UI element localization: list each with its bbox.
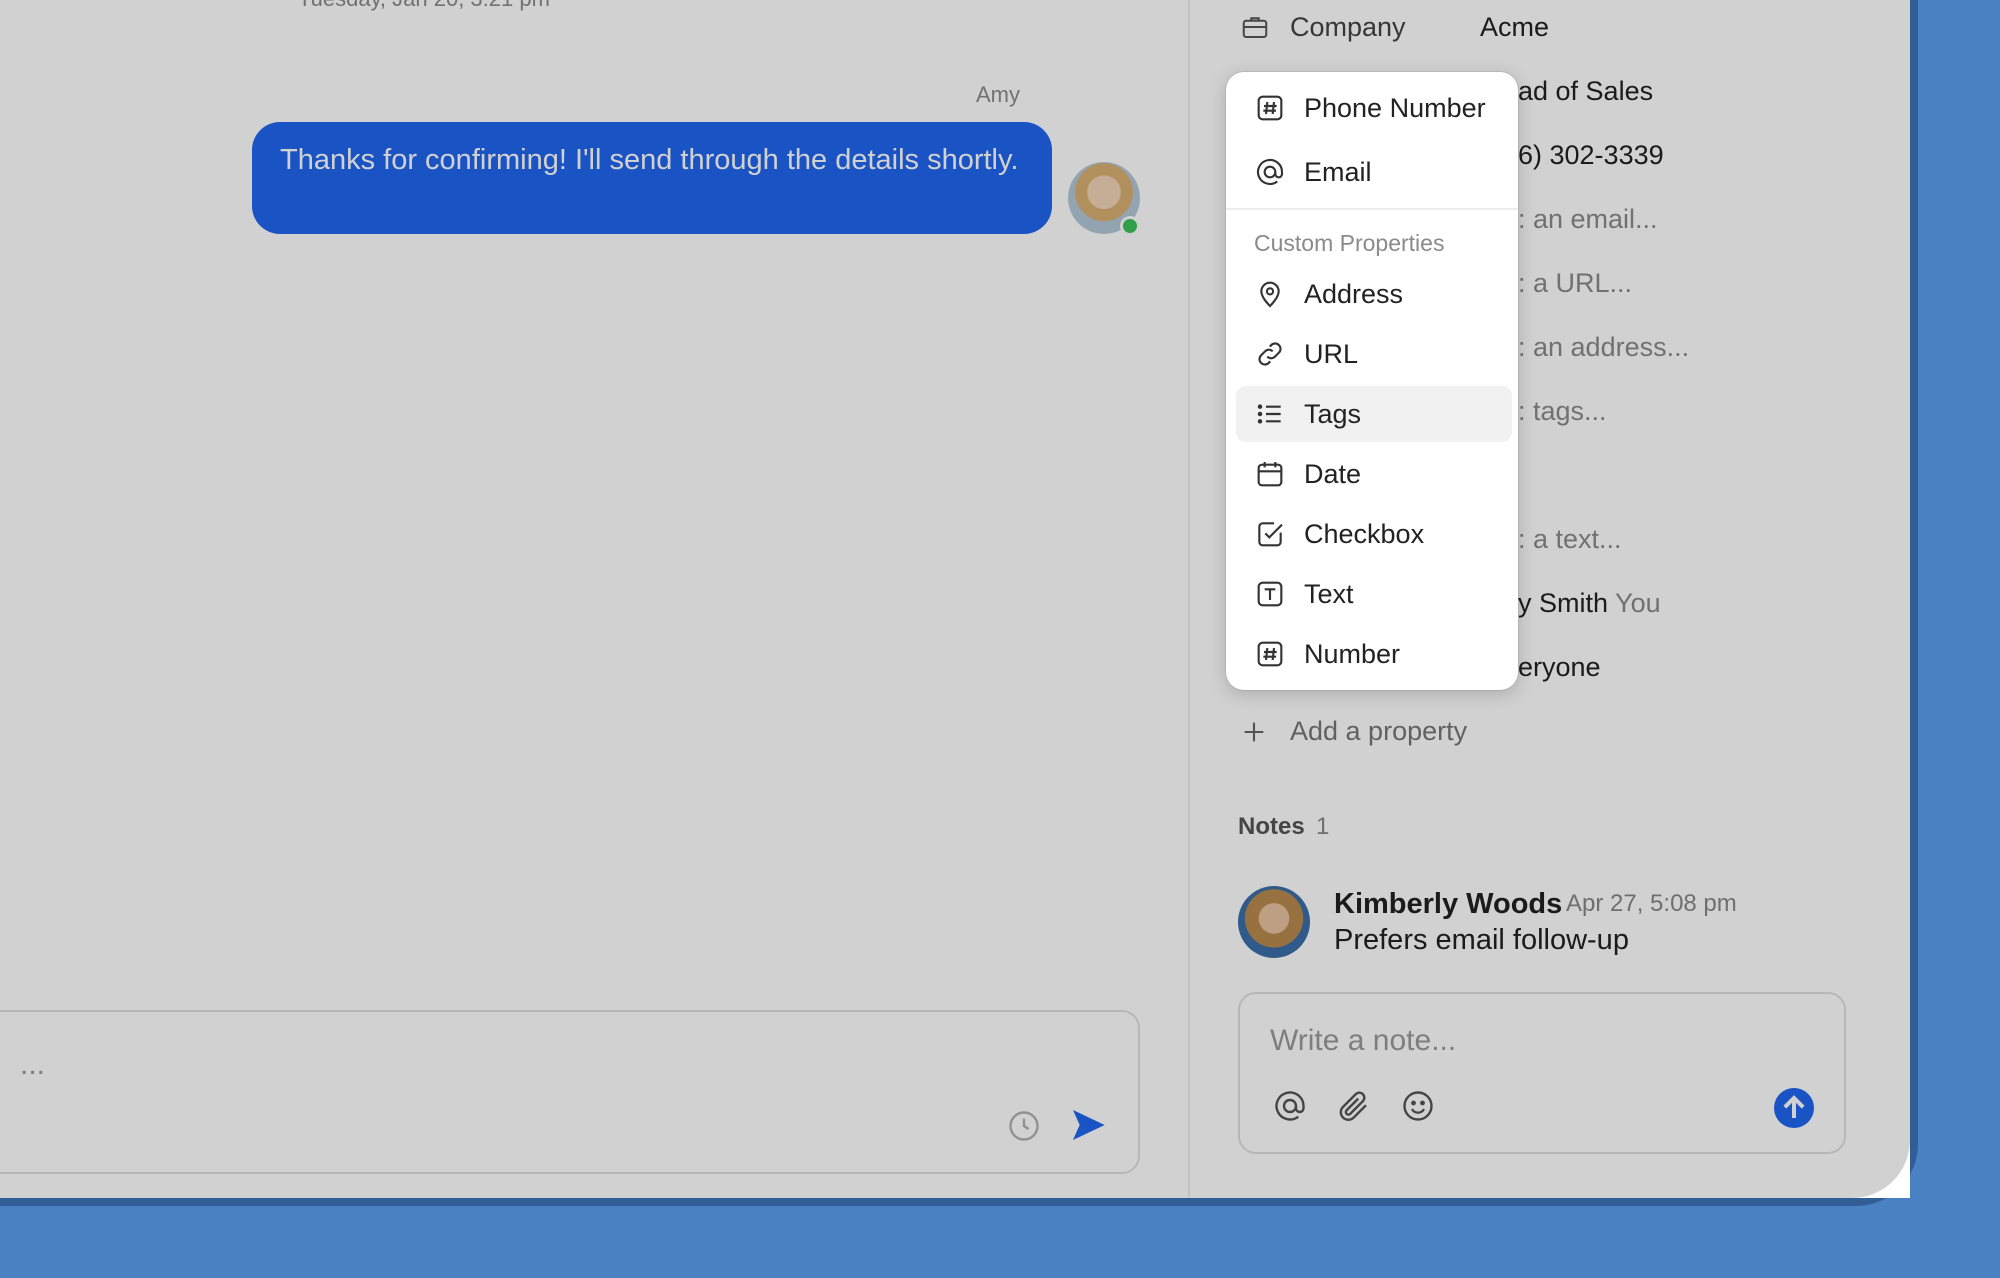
menu-item-label: Date bbox=[1304, 458, 1362, 489]
checkbox-icon bbox=[1258, 522, 1283, 547]
menu-item-tags[interactable]: Tags bbox=[1236, 386, 1512, 442]
map-pin-icon bbox=[1260, 281, 1280, 308]
calendar-icon bbox=[1257, 462, 1283, 487]
menu-item-label: Tags bbox=[1304, 398, 1362, 429]
menu-item-label: Number bbox=[1304, 638, 1401, 669]
link-icon bbox=[1258, 342, 1282, 366]
menu-item-label: URL bbox=[1304, 338, 1359, 369]
menu-item-label: Checkbox bbox=[1304, 518, 1425, 549]
menu-section-title: Custom Properties bbox=[1254, 230, 1445, 256]
menu-item-checkbox[interactable]: Checkbox bbox=[1236, 506, 1512, 562]
menu-item-url[interactable]: URL bbox=[1236, 326, 1512, 382]
add-property-menu: Phone Number Email Custom Properties Add… bbox=[1226, 72, 1518, 690]
menu-divider bbox=[1226, 208, 1518, 210]
menu-item-number[interactable]: Number bbox=[1236, 626, 1512, 682]
menu-item-address[interactable]: Address bbox=[1236, 266, 1512, 322]
menu-item-phone-number[interactable]: Phone Number bbox=[1236, 80, 1512, 136]
menu-item-date[interactable]: Date bbox=[1236, 446, 1512, 502]
text-icon bbox=[1257, 581, 1283, 607]
menu-item-label: Text bbox=[1304, 578, 1354, 609]
at-icon bbox=[1257, 158, 1284, 186]
menu-item-email[interactable]: Email bbox=[1236, 144, 1512, 200]
menu-item-label: Email bbox=[1304, 156, 1372, 187]
list-icon bbox=[1257, 404, 1281, 424]
modal-overlay[interactable] bbox=[0, 0, 1910, 1198]
menu-item-text[interactable]: Text bbox=[1236, 566, 1512, 622]
hash-icon bbox=[1257, 641, 1283, 667]
menu-item-label: Address bbox=[1304, 278, 1404, 309]
menu-item-label: Phone Number bbox=[1304, 92, 1486, 123]
hash-icon bbox=[1257, 95, 1283, 121]
